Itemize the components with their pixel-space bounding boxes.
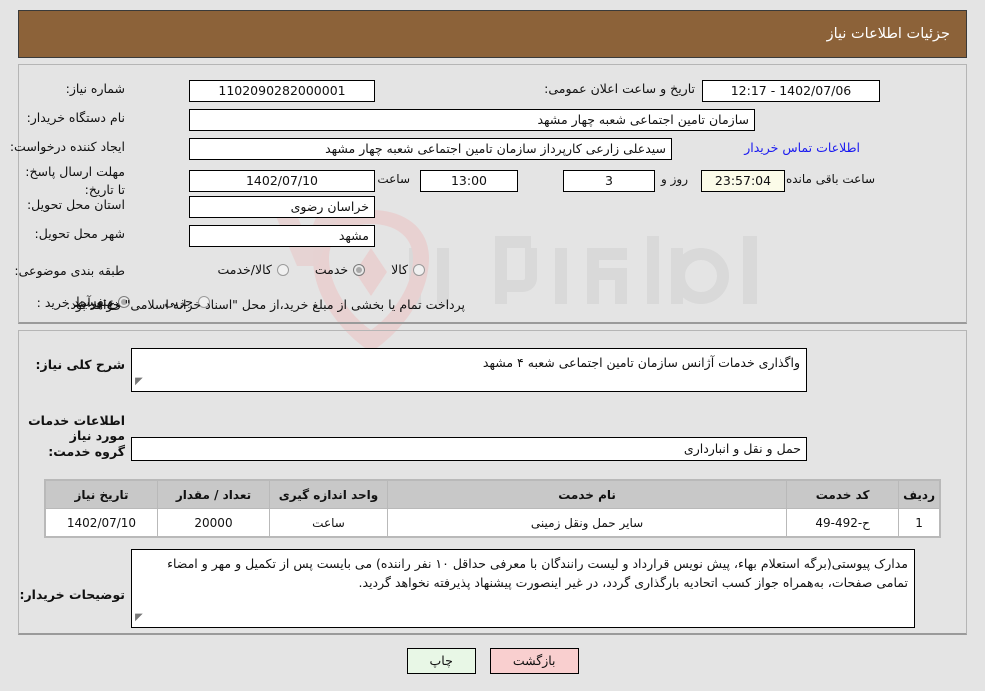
creator-row: ایجاد کننده درخواست: [10, 138, 125, 156]
th-service-name: نام خدمت [386, 480, 788, 509]
table-row[interactable]: 1 ح-492-49 سایر حمل ونقل زمینی ساعت 2000… [45, 508, 940, 537]
city-field[interactable]: مشهد [189, 225, 375, 247]
creator-field[interactable]: سیدعلی زارعی کارپرداز سازمان تامین اجتما… [189, 138, 672, 160]
cell-service-name: سایر حمل ونقل زمینی [386, 508, 788, 537]
tender-details-page: جزئیات اطلاعات نیاز شماره نیاز: 11020902… [0, 0, 985, 691]
cell-quantity: 20000 [157, 508, 270, 537]
category-option-label: خدمت [314, 262, 349, 277]
province-field[interactable]: خراسان رضوی [189, 196, 375, 218]
province-label: استان محل تحویل: [26, 197, 125, 212]
buyer-org-field[interactable]: سازمان تامین اجتماعی شعبه چهار مشهد [189, 109, 755, 131]
radio-icon[interactable] [413, 263, 425, 276]
general-desc-textarea[interactable]: واگذاری خدمات آژانس سازمان تامین اجتماعی… [131, 348, 807, 392]
deadline-date-field[interactable]: 1402/07/10 [189, 170, 375, 192]
cell-service-code: ح-492-49 [786, 508, 900, 537]
resize-grip-icon[interactable]: ◥ [135, 374, 143, 390]
category-radio-kala-khedmat[interactable]: کالا/خدمت [217, 262, 289, 277]
footer-buttons: بازگشت چاپ [0, 648, 985, 674]
resize-grip-icon[interactable]: ◥ [135, 610, 143, 626]
service-group-label: گروه خدمت: [48, 444, 125, 459]
buyer-notes-value: مدارک پیوستی(برگه استعلام بهاء، پیش نویس… [167, 556, 908, 591]
deadline-label: مهلت ارسال پاسخ: تا تاریخ: [25, 164, 125, 198]
buyer-contact-link[interactable]: اطلاعات تماس خریدار [744, 140, 860, 155]
category-label: طبقه بندی موضوعی: [14, 263, 125, 278]
buyer-org-row: نام دستگاه خریدار: [27, 109, 125, 127]
announce-datetime-label: تاریخ و ساعت اعلان عمومی: [544, 81, 695, 96]
general-desc-label: شرح کلی نیاز: [35, 357, 125, 372]
back-button[interactable]: بازگشت [489, 648, 579, 674]
buyer-notes-label: توضیحات خریدار: [19, 587, 125, 602]
payment-note: پرداخت تمام یا بخشی از مبلغ خرید،از محل … [66, 297, 465, 312]
category-row: طبقه بندی موضوعی: [14, 262, 125, 280]
service-group-field[interactable]: حمل و نقل و انبارداری [131, 437, 807, 461]
radio-icon[interactable] [353, 263, 366, 276]
days-label: روز و [661, 172, 688, 186]
countdown-timer-field: 23:57:04 [701, 170, 785, 192]
city-row: شهر محل تحویل: [35, 225, 125, 243]
th-unit: واحد اندازه گیری [269, 480, 388, 509]
category-radio-khedmat[interactable]: خدمت [314, 262, 366, 277]
services-table-wrapper: ردیف کد خدمت نام خدمت واحد اندازه گیری ت… [44, 479, 941, 538]
services-table: ردیف کد خدمت نام خدمت واحد اندازه گیری ت… [45, 480, 940, 537]
th-radif: ردیف [898, 480, 940, 509]
need-info-panel [18, 64, 967, 324]
general-desc-value: واگذاری خدمات آژانس سازمان تامین اجتماعی… [482, 355, 800, 370]
th-quantity: تعداد / مقدار [157, 480, 270, 509]
th-service-code: کد خدمت [786, 480, 900, 509]
need-number-field[interactable]: 1102090282000001 [189, 80, 375, 102]
category-option-label: کالا/خدمت [217, 262, 272, 277]
page-title: جزئیات اطلاعات نیاز [826, 26, 950, 42]
remaining-days-field[interactable]: 3 [563, 170, 655, 192]
table-header-row: ردیف کد خدمت نام خدمت واحد اندازه گیری ت… [45, 480, 940, 509]
cell-radif: 1 [898, 508, 940, 537]
deadline-row: مهلت ارسال پاسخ: تا تاریخ: [17, 163, 125, 199]
province-row: استان محل تحویل: [27, 196, 125, 214]
need-number-row: شماره نیاز: [66, 80, 125, 98]
category-radio-kala[interactable]: کالا [391, 262, 425, 277]
print-button[interactable]: چاپ [406, 648, 476, 674]
page-header: جزئیات اطلاعات نیاز [18, 10, 967, 58]
creator-label: ایجاد کننده درخواست: [9, 139, 125, 154]
deadline-time-field[interactable]: 13:00 [420, 170, 518, 192]
city-label: شهر محل تحویل: [34, 226, 125, 241]
buyer-org-label: نام دستگاه خریدار: [26, 110, 125, 125]
remaining-hours-label: ساعت باقی مانده [785, 172, 875, 186]
buyer-notes-textarea[interactable]: مدارک پیوستی(برگه استعلام بهاء، پیش نویس… [131, 549, 915, 628]
th-need-date: تاریخ نیاز [45, 480, 158, 509]
cell-unit: ساعت [269, 508, 388, 537]
services-section-heading: اطلاعات خدمات مورد نیاز [28, 413, 125, 443]
announce-label-row: تاریخ و ساعت اعلان عمومی: [544, 80, 695, 98]
radio-icon[interactable] [276, 263, 289, 276]
cell-need-date: 1402/07/10 [45, 508, 158, 537]
need-number-label: شماره نیاز: [65, 81, 125, 96]
category-radio-group: کالا خدمت کالا/خدمت [217, 262, 425, 277]
hour-label: ساعت [377, 172, 410, 186]
category-option-label: کالا [391, 262, 408, 277]
announce-datetime-field[interactable]: 1402/07/06 - 12:17 [702, 80, 880, 102]
